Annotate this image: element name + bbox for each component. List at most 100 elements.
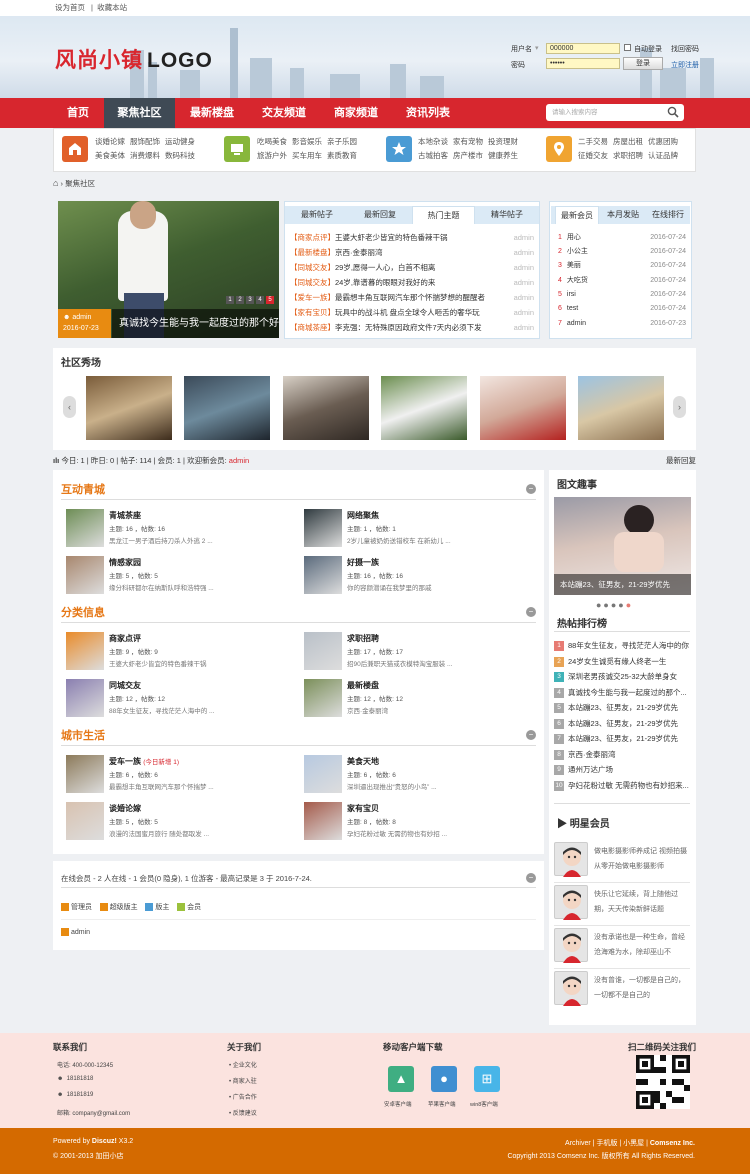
tab-monthly-posts[interactable]: 本月发贴	[601, 206, 645, 224]
board-thumbnail[interactable]	[66, 509, 104, 547]
slider-dot-4[interactable]: 4	[256, 296, 264, 304]
about-link[interactable]: • 企业文化	[229, 1060, 257, 1069]
star-member[interactable]: 没有曾谁，一切都是自己的，一切都不是自己的	[554, 971, 690, 1011]
board-name[interactable]: 家有宝贝	[347, 803, 379, 814]
hot-rank-item[interactable]: 4 真诚找今生能与我一起度过的那个...	[554, 685, 690, 700]
apple-label[interactable]: 苹果客户端	[428, 1100, 456, 1108]
board-name[interactable]: 青城茶座	[109, 510, 141, 521]
board-latest-post[interactable]: 孕妇花粉过敏 无需药物也有妙招 ...	[347, 828, 447, 838]
tab-featured[interactable]: 精华帖子	[476, 206, 538, 224]
board-latest-post[interactable]: 88年女生征友，寻找茫茫人海中的 ...	[109, 705, 214, 715]
hot-rank-item[interactable]: 10 孕妇花粉过敏 无需药物也有妙招来...	[554, 778, 690, 793]
board-name[interactable]: 谈婚论嫁	[109, 803, 141, 814]
member-row[interactable]: 6 test 2016-07-24	[558, 302, 686, 316]
board-name[interactable]: 商家点评	[109, 633, 141, 644]
breadcrumb-current[interactable]: 聚焦社区	[65, 179, 95, 188]
board-name[interactable]: 好摄一族	[347, 557, 379, 568]
board-latest-post[interactable]: 2岁儿童被奶奶送错校车 在新幼儿 ...	[347, 535, 451, 545]
board-thumbnail[interactable]	[304, 802, 342, 840]
chevron-right-icon[interactable]: ›	[673, 396, 686, 418]
tab-new-members[interactable]: 最新会员	[555, 206, 599, 224]
collapse-icon[interactable]: −	[526, 607, 536, 617]
section-title[interactable]: 互动青城	[61, 481, 105, 497]
nav-item-dating[interactable]: 交友频道	[248, 98, 320, 128]
board-latest-post[interactable]: 招90后兼职天猫或衣模特淘宝服装 ...	[347, 658, 452, 668]
post-row[interactable]: 【商家点评】王婆大虾老少皆宜的特色番辣干锅 admin	[290, 230, 534, 245]
member-row[interactable]: 5 irsi 2016-07-24	[558, 288, 686, 302]
pic-carousel-dots[interactable]: ●●●●●	[596, 600, 633, 610]
nav-item-community[interactable]: 聚焦社区	[104, 98, 175, 128]
apple-icon[interactable]: ●	[431, 1066, 457, 1092]
board-thumbnail[interactable]	[66, 632, 104, 670]
board-thumbnail[interactable]	[304, 755, 342, 793]
board-name[interactable]: 美食天地	[347, 756, 379, 767]
category-links-3[interactable]: 本地杂谈 家有宠物 投资理财 古城拍客 房产楼市 健康养生	[418, 135, 523, 163]
post-row[interactable]: 【最新楼盘】京西·金泰丽湾 admin	[290, 245, 534, 260]
chevron-left-icon[interactable]: ‹	[63, 396, 76, 418]
contact-qq-1[interactable]: ☻ 18181818	[57, 1076, 93, 1082]
board-thumbnail[interactable]	[66, 679, 104, 717]
hot-rank-item[interactable]: 1 88年女生征友，寻找茫茫人海中的你	[554, 638, 690, 653]
collapse-icon[interactable]: −	[526, 730, 536, 740]
latest-reply-link[interactable]: 最新回复	[666, 455, 696, 466]
board-latest-post[interactable]: 浪漫的法国蜜月旅行 随处都取发 ...	[109, 828, 209, 838]
show-image[interactable]	[381, 376, 467, 440]
category-links-2[interactable]: 吃喝美食 影音娱乐 亲子乐园 旅游户外 买车用车 素质教育	[257, 135, 362, 163]
about-link[interactable]: • 商家入驻	[229, 1076, 257, 1085]
board-thumbnail[interactable]	[66, 556, 104, 594]
board-name[interactable]: 网络聚焦	[347, 510, 379, 521]
bookmark-link[interactable]: 收藏本站	[97, 3, 127, 12]
avatar[interactable]	[554, 928, 588, 963]
post-row[interactable]: 【家有宝贝】玩具中的战斗机 盘点全球令人咂舌的奢华玩 admin	[290, 305, 534, 320]
member-row[interactable]: 2 小公主 2016-07-24	[558, 245, 686, 259]
blackroom-link[interactable]: 小黑屋	[623, 1140, 644, 1147]
slider-dot-1[interactable]: 1	[226, 296, 234, 304]
slider-title[interactable]: 真诚找今生能与我一起度过的那个好	[112, 309, 279, 338]
windows-label[interactable]: win8客户端	[470, 1100, 498, 1108]
slider-dot-5[interactable]: 5	[266, 296, 274, 304]
search-input[interactable]: 请输入搜索内容	[546, 104, 684, 121]
board-name[interactable]: 情感家园	[109, 557, 141, 568]
slider-dot-3[interactable]: 3	[246, 296, 254, 304]
archiver-link[interactable]: Archiver	[565, 1140, 591, 1147]
board-latest-post[interactable]: 缘分科研都尔在纳斯队呼和浩特强 ...	[109, 582, 214, 592]
hot-rank-item[interactable]: 5 本站蹦23、征男友，21-29岁优先	[554, 700, 690, 715]
hot-rank-item[interactable]: 3 深圳老男孩诚交25-32大龄单身女	[554, 669, 690, 684]
login-button[interactable]: 登录	[623, 57, 663, 70]
tab-hot-topics[interactable]: 热门主题	[412, 206, 475, 224]
post-row[interactable]: 【同城交友】29岁,愿得一人心，白首不相离 admin	[290, 260, 534, 275]
contact-qq-2[interactable]: ☻ 18181819	[57, 1092, 93, 1098]
star-member[interactable]: 没有承诺也是一种生命，曾经沧海难为水，除却巫山不	[554, 928, 690, 968]
board-latest-post[interactable]: 你的容颜潜诵在我梦里的那戚	[347, 582, 432, 592]
about-link[interactable]: • 广告合作	[229, 1092, 257, 1101]
username-input[interactable]: 000000	[546, 43, 620, 54]
post-row[interactable]: 【爱车一族】最霸想丰角互联网汽车那个怀揣梦想的醒醒者 admin	[290, 290, 534, 305]
hot-rank-item[interactable]: 8 京西·金泰丽湾	[554, 747, 690, 762]
hot-rank-item[interactable]: 9 通州万达广场	[554, 762, 690, 777]
comsenz-link[interactable]: Comsenz Inc.	[650, 1140, 695, 1147]
board-name[interactable]: 爱车一族 (今日新增 1)	[109, 756, 179, 767]
board-latest-post[interactable]: 黑龙江一男子酒后持刀杀人外逃 2 ...	[109, 535, 213, 545]
android-label[interactable]: 安卓客户端	[384, 1100, 412, 1108]
post-row[interactable]: 【同城交友】24岁,靠谱暮的眼眼对我好的来 admin	[290, 275, 534, 290]
find-password-link[interactable]: 找回密码	[671, 44, 699, 54]
discuz-link[interactable]: Discuz!	[92, 1138, 117, 1145]
slider-dot-2[interactable]: 2	[236, 296, 244, 304]
nav-item-news[interactable]: 资讯列表	[392, 98, 464, 128]
section-title[interactable]: 分类信息	[61, 604, 105, 620]
collapse-icon[interactable]: −	[526, 873, 536, 883]
board-latest-post[interactable]: 最霸想丰角互联网汽车那个怀揣梦 ...	[109, 781, 214, 791]
online-user[interactable]: admin	[61, 928, 90, 936]
pic-fun-caption[interactable]: 本站蹦23、征男友，21-29岁优先	[554, 574, 691, 595]
post-row[interactable]: 【商城茶座】李克强：无特殊原因政府文件7天内必须下发 admin	[290, 320, 534, 335]
tab-latest-replies[interactable]: 最新回复	[349, 206, 411, 224]
search-icon[interactable]	[667, 106, 679, 118]
site-logo[interactable]: 风尚小镇 LOGO	[55, 44, 213, 74]
board-name[interactable]: 同城交友	[109, 680, 141, 691]
board-latest-post[interactable]: 王婆大虾老少皆宜的特色番辣干锅	[109, 658, 207, 668]
show-image[interactable]	[283, 376, 369, 440]
android-icon[interactable]: ▲	[388, 1066, 414, 1092]
board-thumbnail[interactable]	[66, 755, 104, 793]
show-image[interactable]	[184, 376, 270, 440]
member-row[interactable]: 4 大吃货 2016-07-24	[558, 274, 686, 288]
